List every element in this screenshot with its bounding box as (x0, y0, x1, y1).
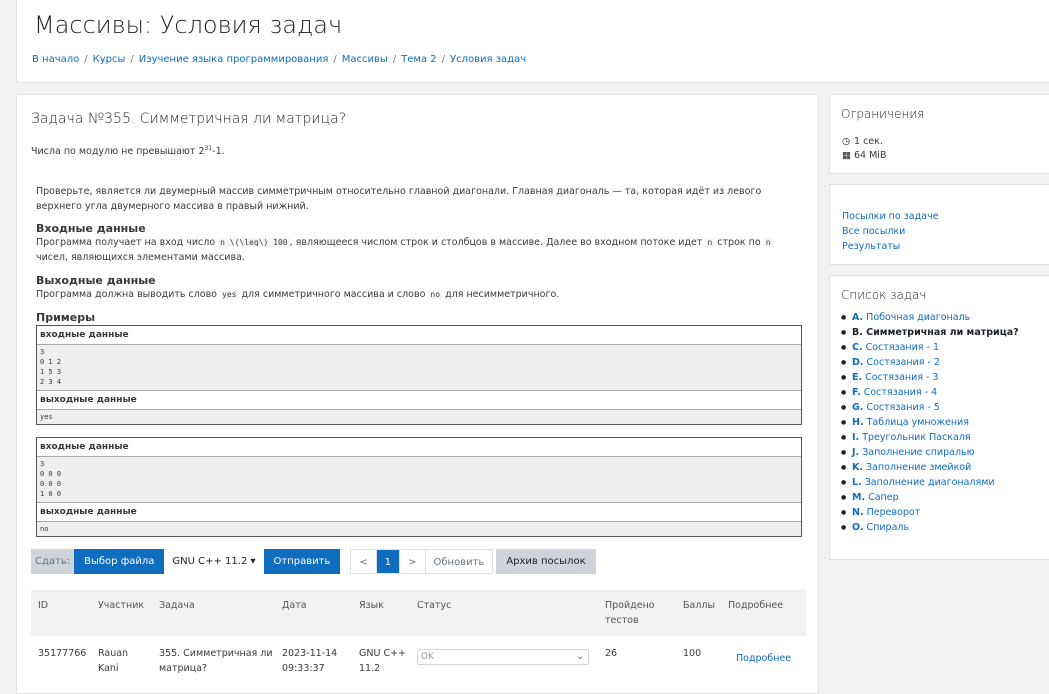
links-card: Посылки по задаче Все посылки Результаты (829, 184, 1049, 265)
output-description: Программа должна выводить слово yes для … (36, 289, 560, 300)
submission-date: 2023-11-14 09:33:37 (282, 648, 338, 674)
breadcrumb-arrays[interactable]: Массивы (342, 54, 388, 65)
pagination-prev[interactable]: < (351, 550, 377, 573)
table-header: ID Участник Задача Дата Язык Статус Прой… (31, 590, 806, 636)
column-header: Подробнее (728, 600, 784, 611)
column-header: Язык (359, 600, 384, 611)
status-select[interactable]: OK ⌄ (417, 649, 589, 665)
column-header: Пройдено тестов (605, 600, 655, 626)
column-header: ID (38, 600, 49, 611)
task-list-item[interactable]: M. Сапер (841, 490, 1019, 505)
task-list-item[interactable]: N. Переворот (841, 505, 1019, 520)
pagination: < 1 > Обновить (350, 549, 494, 574)
submission-task: 355. Симметричная ли матрица? (159, 648, 273, 674)
examples-heading: Примеры (36, 311, 96, 324)
example-output: no (37, 521, 801, 536)
task-list-item-current: B. Симметричная ли матрица? (841, 325, 1019, 340)
number-limit-note: Числа по модулю не превышают 231-1. (31, 145, 225, 158)
score: 100 (683, 648, 702, 659)
task-list-item[interactable]: C. Состязания - 1 (841, 340, 1019, 355)
language-select[interactable]: GNU C++ 11.2 ▾ (164, 549, 263, 574)
task-list-item[interactable]: E. Состязания - 3 (841, 370, 1019, 385)
column-header: Статус (417, 600, 452, 611)
column-header: Дата (282, 600, 307, 611)
example-input: 3 0 0 0 0 0 0 1 0 0 (37, 456, 801, 503)
archive-button[interactable]: Архив посылок (496, 549, 596, 574)
task-list: A. Побочная диагональ B. Симметричная ли… (841, 310, 1019, 535)
memory-limit: ▦ 64 MiB (842, 150, 887, 161)
results-link[interactable]: Результаты (842, 239, 1049, 254)
table-icon: ▦ (842, 150, 851, 161)
all-submissions-link[interactable]: Все посылки (842, 224, 1049, 239)
submit-bar: Сдать: Выбор файла GNU C++ 11.2 ▾ Отправ… (31, 549, 596, 574)
task-list-item[interactable]: D. Состязания - 2 (841, 355, 1019, 370)
column-header: Баллы (683, 600, 715, 611)
chevron-down-icon: ⌄ (576, 652, 584, 662)
example-block: входные данные 3 0 1 2 1 5 3 2 3 4 выход… (36, 325, 802, 425)
submit-label: Сдать: (31, 549, 75, 574)
submissions-table: ID Участник Задача Дата Язык Статус Прой… (31, 590, 806, 686)
example-block: входные данные 3 0 0 0 0 0 0 1 0 0 выход… (36, 437, 802, 537)
limits-card: Ограничения ◷ 1 сек. ▦ 64 MiB (829, 94, 1049, 174)
table-row: 35177766 Rauan Kani 355. Симметричная ли… (31, 636, 806, 686)
task-list-item[interactable]: G. Состязания - 5 (841, 400, 1019, 415)
pagination-page[interactable]: 1 (376, 550, 401, 573)
refresh-button[interactable]: Обновить (426, 550, 493, 573)
task-list-item[interactable]: I. Треугольник Паскаля (841, 430, 1019, 445)
task-list-item[interactable]: L. Заполнение диагоналями (841, 475, 1019, 490)
submission-user: Rauan Kani (98, 648, 129, 674)
example-output: yes (37, 409, 801, 424)
page-header: Массивы: Условия задач В начало / Курсы / Из… (16, 0, 1049, 83)
output-heading: Выходные данные (36, 274, 156, 287)
example-output-label: выходные данные (40, 395, 137, 405)
breadcrumb-home[interactable]: В начало (32, 54, 79, 65)
caret-down-icon: ▾ (250, 556, 256, 567)
problem-title: Задача №355. Симметричная ли матрица? (31, 111, 347, 127)
task-list-item[interactable]: F. Состязания - 4 (841, 385, 1019, 400)
example-input-label: входные данные (40, 442, 129, 452)
clock-icon: ◷ (842, 136, 851, 147)
input-description: Программа получает на вход число n \(\le… (36, 237, 773, 263)
problem-statement: Проверьте, является ли двумерный массив … (36, 186, 762, 212)
task-list-title: Список задач (841, 288, 927, 302)
breadcrumb-current[interactable]: Условия задач (450, 54, 526, 65)
column-header: Участник (98, 600, 145, 611)
limits-title: Ограничения (841, 107, 925, 121)
breadcrumb-course[interactable]: Изучение языка программирования (139, 54, 329, 65)
choose-file-button[interactable]: Выбор файла (74, 549, 165, 574)
column-header: Задача (159, 600, 195, 611)
details-link[interactable]: Подробнее (736, 651, 791, 666)
task-list-item[interactable]: A. Побочная диагональ (841, 310, 1019, 325)
example-input-label: входные данные (40, 330, 129, 340)
task-list-item[interactable]: H. Таблица умножения (841, 415, 1019, 430)
submission-language: GNU C++ 11.2 (359, 648, 406, 674)
page-title: Массивы: Условия задач (34, 11, 343, 39)
input-heading: Входные данные (36, 222, 146, 235)
breadcrumb-topic[interactable]: Тема 2 (401, 54, 436, 65)
pagination-next[interactable]: > (400, 550, 426, 573)
example-output-label: выходные данные (40, 507, 137, 517)
task-list-item[interactable]: O. Спираль (841, 520, 1019, 535)
problem-card: Задача №355. Симметричная ли матрица? Чи… (16, 94, 819, 694)
task-submissions-link[interactable]: Посылки по задаче (842, 209, 1049, 224)
submission-id: 35177766 (38, 648, 87, 659)
task-list-card: Список задач A. Побочная диагональ B. Си… (829, 275, 1049, 560)
send-button[interactable]: Отправить (263, 549, 341, 574)
tests-passed: 26 (605, 648, 618, 659)
breadcrumb-courses[interactable]: Курсы (93, 54, 126, 65)
time-limit: ◷ 1 сек. (842, 136, 883, 147)
breadcrumb: В начало / Курсы / Изучение языка программир… (32, 54, 527, 65)
task-list-item[interactable]: J. Заполнение спиралью (841, 445, 1019, 460)
task-list-item[interactable]: K. Заполнение змейкой (841, 460, 1019, 475)
example-input: 3 0 1 2 1 5 3 2 3 4 (37, 344, 801, 391)
